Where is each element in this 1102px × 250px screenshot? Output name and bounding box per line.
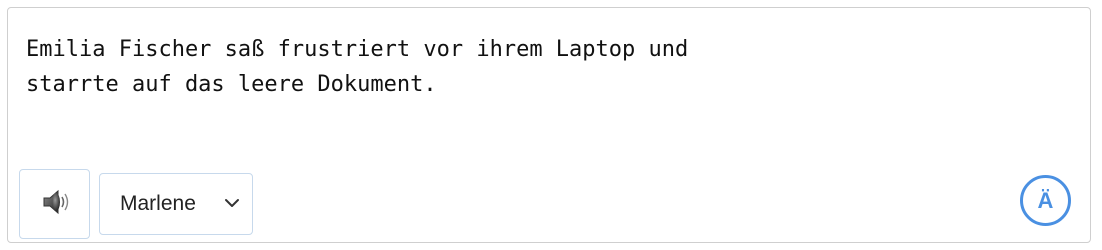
text-editor[interactable]: Emilia Fischer saß frustriert vor ihrem …	[7, 7, 1091, 243]
read-aloud-button[interactable]	[19, 169, 90, 239]
chevron-down-icon	[224, 196, 240, 214]
speaker-icon	[38, 185, 72, 224]
editor-text[interactable]: Emilia Fischer saß frustriert vor ihrem …	[26, 32, 1066, 102]
language-badge-button[interactable]: Ä	[1020, 175, 1071, 226]
voice-select[interactable]: Marlene	[99, 173, 253, 235]
voice-select-value: Marlene	[120, 192, 196, 215]
